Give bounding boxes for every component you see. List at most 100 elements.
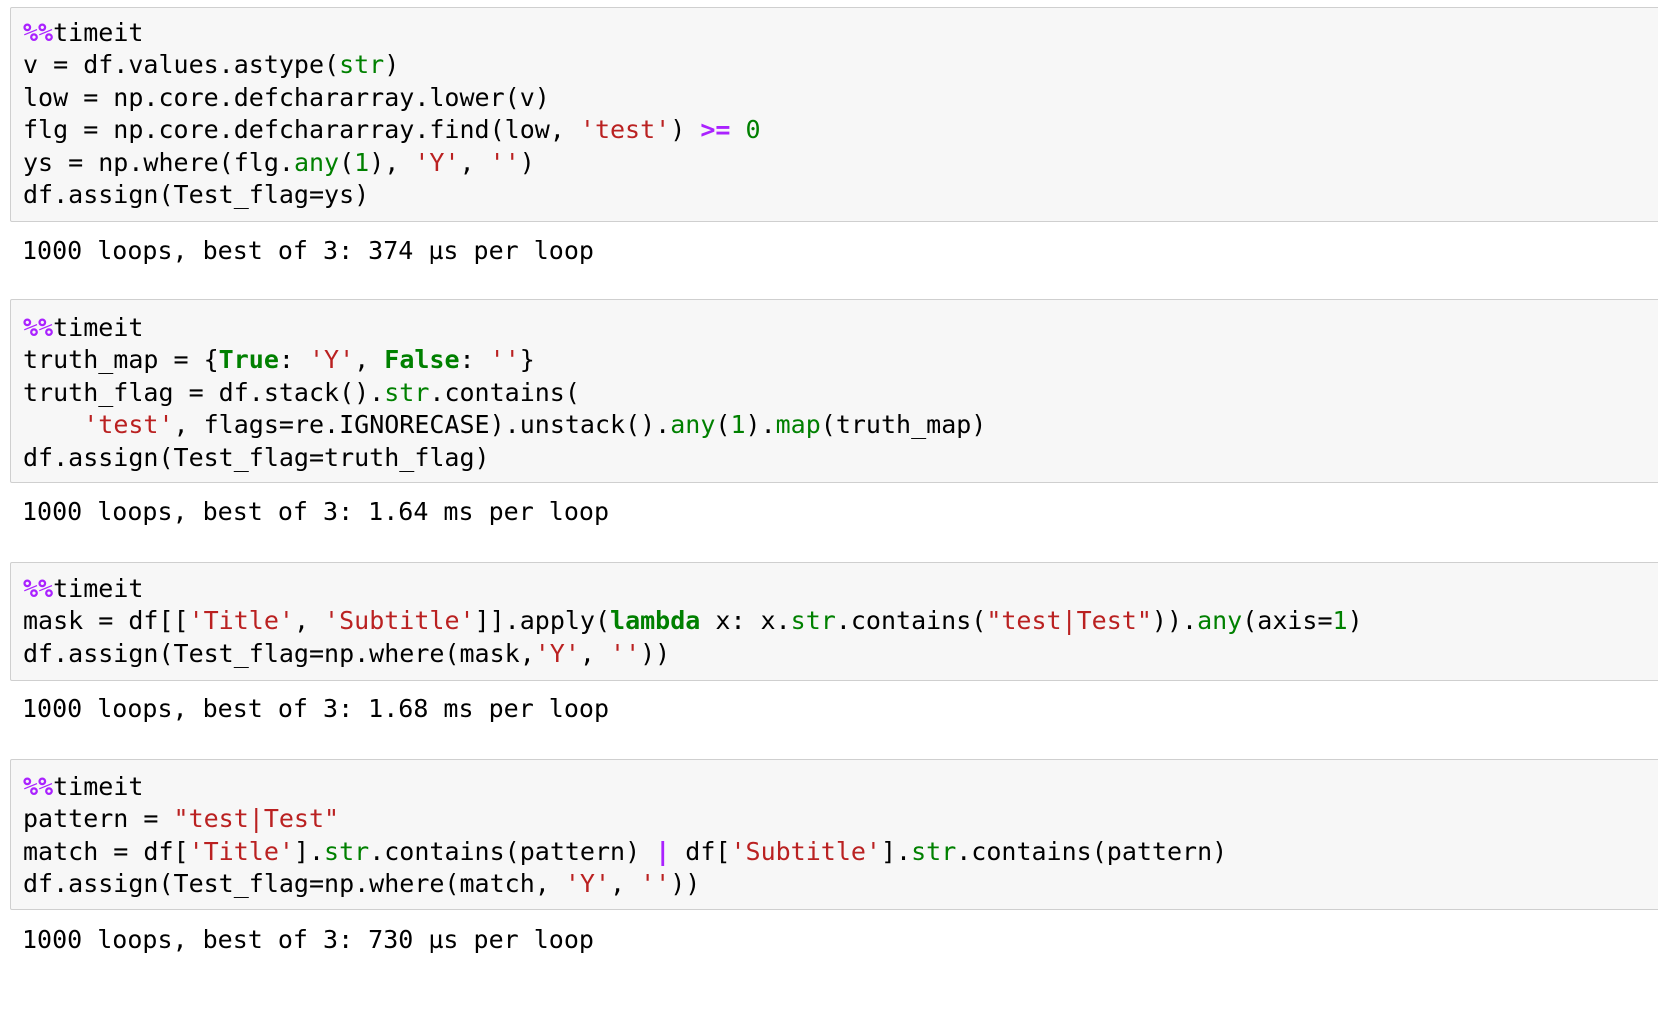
code-token: ys = np.where(flg. <box>23 147 294 177</box>
code-token: ( <box>715 410 731 440</box>
code-token: str <box>339 50 385 80</box>
code-token: timeit <box>53 18 144 47</box>
code-token: ), <box>369 147 415 177</box>
code-token: pattern = <box>23 804 174 834</box>
code-token: : <box>459 345 490 375</box>
code-cell-3-source[interactable]: %%timeit mask = df[['Title', 'Subtitle']]… <box>23 573 1363 670</box>
code-line: match = df['Title'].str.contains(pattern… <box>23 836 1227 868</box>
code-cell-2-source[interactable]: %%timeit truth_map = {True: 'Y', False: '… <box>23 312 986 474</box>
code-token: ( <box>339 147 355 177</box>
code-token: (truth_map) <box>820 410 987 440</box>
code-token: | <box>655 836 671 866</box>
code-token: .contains(pattern) <box>956 836 1228 866</box>
code-token: )) <box>670 869 701 899</box>
code-token: 'Y' <box>414 147 460 177</box>
code-token: str <box>324 836 370 866</box>
code-line: flg = np.core.defchararray.find(low, 'te… <box>23 114 761 146</box>
code-token: flg = np.core.defchararray.find(low, <box>23 115 580 145</box>
code-line: %%timeit <box>23 573 1363 605</box>
code-token: True <box>218 345 279 375</box>
code-line: pattern = "test|Test" <box>23 803 1227 835</box>
code-token: , <box>610 869 641 899</box>
code-token: '' <box>610 638 641 668</box>
code-token: , <box>579 638 611 668</box>
code-token: 'Y' <box>309 345 355 375</box>
code-token: , <box>354 345 385 375</box>
code-token: any <box>1197 606 1243 636</box>
code-token: )) <box>640 638 671 668</box>
code-token: truth_flag = df.stack(). <box>23 377 385 407</box>
code-token: , flags=re.IGNORECASE).unstack(). <box>173 410 671 440</box>
code-token: x: x. <box>700 606 791 636</box>
code-token: match = df[ <box>23 836 189 866</box>
code-line: mask = df[['Title', 'Subtitle']].apply(l… <box>23 605 1363 637</box>
code-token: %% <box>23 313 54 342</box>
code-token: %% <box>23 772 54 801</box>
code-token: 1 <box>1332 606 1348 636</box>
cell-2-output: 1000 loops, best of 3: 1.64 ms per loop <box>22 497 609 526</box>
code-token: ]].apply( <box>474 606 611 636</box>
code-token: 'Subtitle' <box>324 606 475 636</box>
code-token: %% <box>23 18 54 47</box>
code-token: } <box>519 345 535 375</box>
code-token: ) <box>519 147 535 177</box>
code-cell-4-source[interactable]: %%timeit pattern = "test|Test" match = df[… <box>23 771 1227 901</box>
code-token: '' <box>489 345 520 375</box>
code-token: df.assign(Test_flag=truth_flag) <box>23 442 490 472</box>
code-cell-1-source[interactable]: %%timeit v = df.values.astype(str) low = n… <box>23 17 761 211</box>
code-token: timeit <box>53 313 144 342</box>
code-token: 'Title' <box>188 606 294 636</box>
code-token: 1 <box>730 410 746 440</box>
code-line: truth_map = {True: 'Y', False: ''} <box>23 344 986 376</box>
code-token: 'test' <box>579 115 671 145</box>
code-token: : <box>278 345 309 375</box>
cell-3-output: 1000 loops, best of 3: 1.68 ms per loop <box>22 694 609 723</box>
code-token: (axis= <box>1242 606 1333 636</box>
code-token: df.assign(Test_flag=ys) <box>23 179 370 209</box>
code-token: ) <box>384 50 400 80</box>
code-line: %%timeit <box>23 771 1227 803</box>
code-token: 'Subtitle' <box>730 836 881 866</box>
code-token: 1 <box>354 147 370 177</box>
code-token: df.assign(Test_flag=np.where(match, <box>23 869 565 899</box>
code-token: 'test' <box>83 410 174 440</box>
code-line: df.assign(Test_flag=ys) <box>23 179 761 211</box>
code-line: %%timeit <box>23 312 986 344</box>
cell-1-output: 1000 loops, best of 3: 374 µs per loop <box>22 236 594 265</box>
code-line: df.assign(Test_flag=truth_flag) <box>23 442 986 474</box>
code-token: mask = df[[ <box>23 606 189 636</box>
code-token: %% <box>23 574 54 603</box>
code-token: >= <box>700 115 731 145</box>
code-token: ) <box>670 115 701 145</box>
code-token: str <box>790 606 836 636</box>
code-token: .contains(pattern) <box>369 836 656 866</box>
code-token: str <box>911 836 957 866</box>
code-token: 'Y' <box>564 869 611 899</box>
code-line: 'test', flags=re.IGNORECASE).unstack().a… <box>23 409 986 441</box>
code-line: df.assign(Test_flag=np.where(match, 'Y',… <box>23 868 1227 900</box>
code-token: .contains( <box>835 606 987 636</box>
cell-4-output: 1000 loops, best of 3: 730 µs per loop <box>22 925 594 954</box>
code-token: ) <box>1347 606 1363 636</box>
code-token: map <box>775 410 821 440</box>
code-token: lambda <box>610 606 701 636</box>
code-token: ). <box>745 410 776 440</box>
code-token: .contains( <box>429 377 580 407</box>
code-token: str <box>384 377 430 407</box>
code-line: %%timeit <box>23 17 761 49</box>
code-token: 'Title' <box>188 836 294 866</box>
code-token: , <box>293 606 325 636</box>
code-token: )). <box>1151 606 1198 636</box>
code-token: 0 <box>745 115 761 145</box>
code-token: any <box>293 147 340 177</box>
code-line: truth_flag = df.stack().str.contains( <box>23 377 986 409</box>
code-token: False <box>384 345 460 375</box>
code-token: timeit <box>53 574 144 603</box>
code-token: 'Y' <box>534 638 580 668</box>
code-line: ys = np.where(flg.any(1), 'Y', '') <box>23 147 761 179</box>
code-token: "test|Test" <box>173 804 340 834</box>
code-token: df[ <box>670 836 731 866</box>
code-token: timeit <box>53 772 144 801</box>
